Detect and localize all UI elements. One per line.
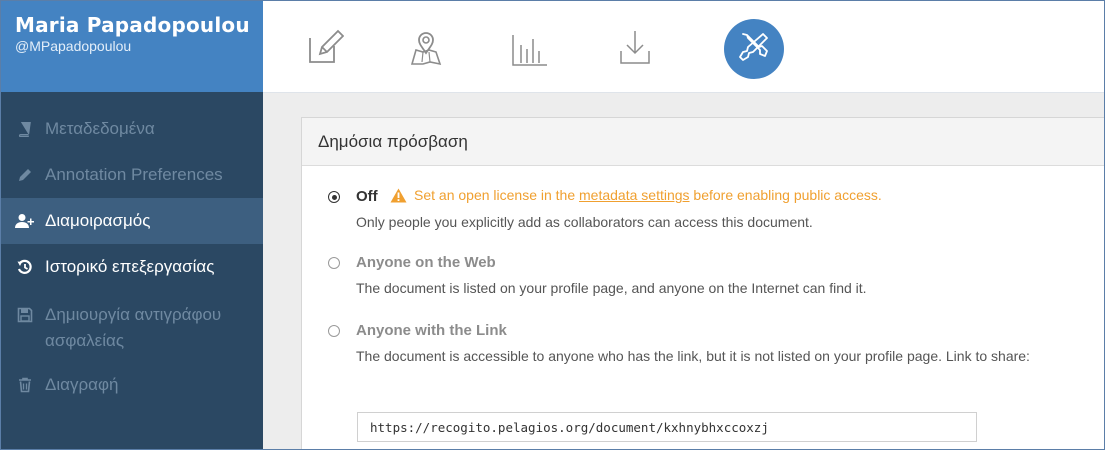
user-name: Maria Papadopoulou <box>15 13 250 37</box>
option-description: The document is accessible to anyone who… <box>356 348 1030 364</box>
option-label: Anyone with the Link <box>356 322 507 339</box>
license-warning: Set an open license in the metadata sett… <box>390 187 882 203</box>
add-user-icon <box>15 212 35 230</box>
sidebar-item-sharing[interactable]: Διαμοιρασμός <box>1 198 263 244</box>
option-label: Off <box>356 188 378 205</box>
warning-icon <box>390 188 407 203</box>
pencil-icon <box>15 166 35 184</box>
sidebar-item-annotation-preferences[interactable]: Annotation Preferences <box>1 152 263 198</box>
sidebar-item-label: Μεταδεδομένα <box>45 119 155 138</box>
sidebar: Maria Papadopoulou @MPapadopoulou Μεταδε… <box>1 1 263 449</box>
sidebar-item-edit-history[interactable]: Ιστορικό επεξεργασίας <box>1 244 263 290</box>
panel-title: Δημόσια πρόσβαση <box>302 118 1104 166</box>
stats-tool-button[interactable] <box>499 19 559 79</box>
sidebar-item-metadata[interactable]: Μεταδεδομένα <box>1 106 263 152</box>
settings-tool-button[interactable] <box>724 19 784 79</box>
option-label: Anyone on the Web <box>356 254 496 271</box>
edit-tool-button[interactable] <box>295 19 355 79</box>
sidebar-item-backup[interactable]: Δημιουργία αντιγράφου ασφαλείας <box>1 290 263 362</box>
tools-icon <box>737 30 771 69</box>
trash-icon <box>15 376 35 394</box>
app-window: Maria Papadopoulou @MPapadopoulou Μεταδε… <box>0 0 1105 450</box>
warning-text-suffix: before enabling public access. <box>689 187 882 203</box>
sidebar-item-label: Δημιουργία αντιγράφου ασφαλείας <box>45 305 222 350</box>
sidebar-item-label: Ιστορικό επεξεργασίας <box>45 257 215 276</box>
map-tool-button[interactable] <box>396 19 456 79</box>
download-icon <box>615 27 655 72</box>
sidebar-item-label: Διαμοιρασμός <box>45 211 151 230</box>
option-description: Only people you explicitly add as collab… <box>356 214 813 230</box>
sidebar-item-label: Annotation Preferences <box>45 165 223 184</box>
sidebar-nav: Μεταδεδομένα Annotation Preferences Διαμ… <box>1 106 263 408</box>
radio-anyone-on-web[interactable] <box>328 257 340 269</box>
history-icon <box>15 258 35 276</box>
floppy-disk-icon <box>15 306 35 324</box>
radio-off[interactable] <box>328 191 340 203</box>
metadata-settings-link[interactable]: metadata settings <box>579 187 690 203</box>
top-toolbar <box>263 1 1104 93</box>
bar-chart-icon <box>509 27 549 72</box>
public-access-panel: Δημόσια πρόσβαση Off Set an open license… <box>301 117 1104 449</box>
user-profile[interactable]: Maria Papadopoulou @MPapadopoulou <box>1 1 263 92</box>
edit-icon <box>306 28 345 71</box>
sidebar-item-delete[interactable]: Διαγραφή <box>1 362 263 408</box>
download-tool-button[interactable] <box>605 19 665 79</box>
user-handle: @MPapadopoulou <box>15 38 132 54</box>
main-content: Δημόσια πρόσβαση Off Set an open license… <box>263 93 1104 449</box>
map-icon <box>406 27 446 72</box>
sidebar-item-label: Διαγραφή <box>45 375 119 394</box>
radio-anyone-with-link[interactable] <box>328 325 340 337</box>
book-icon <box>15 120 35 138</box>
option-description: The document is listed on your profile p… <box>356 280 867 296</box>
warning-text-prefix: Set an open license in the <box>414 187 580 203</box>
share-link-field[interactable]: https://recogito.pelagios.org/document/k… <box>357 412 977 442</box>
